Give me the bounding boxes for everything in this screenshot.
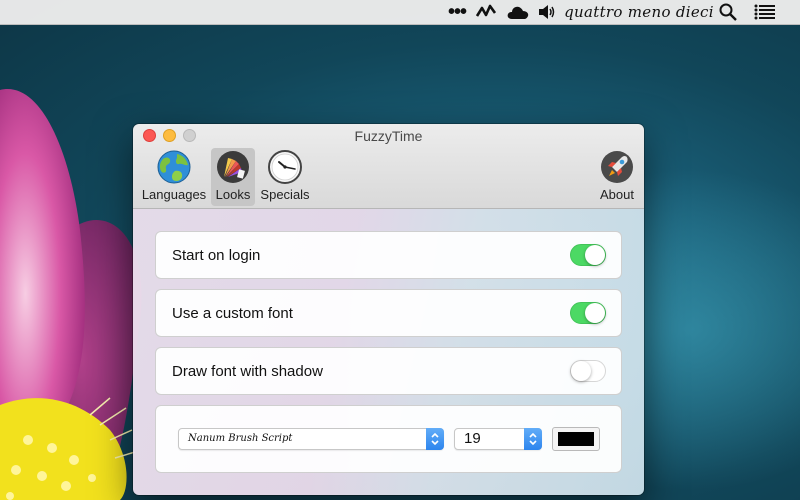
activity-icon[interactable] <box>474 0 498 24</box>
font-picker-row: Nanum Brush Script 19 <box>155 405 622 473</box>
tab-specials-label: Specials <box>260 187 310 202</box>
tab-languages-label: Languages <box>141 187 207 202</box>
preferences-window: FuzzyTime Languages Looks Specials About… <box>133 124 644 495</box>
window-title: FuzzyTime <box>354 128 423 144</box>
toggle-knob <box>571 361 591 381</box>
volume-icon[interactable] <box>536 0 558 24</box>
font-shadow-toggle[interactable] <box>570 360 606 382</box>
cloud-icon[interactable] <box>504 0 532 24</box>
font-name-select[interactable]: Nanum Brush Script <box>178 428 444 450</box>
spotlight-search-icon[interactable] <box>716 0 740 24</box>
settings-panel: Start on login Use a custom font Draw fo… <box>133 209 644 495</box>
start-on-login-row: Start on login <box>155 231 622 279</box>
tab-looks[interactable]: Looks <box>211 148 255 206</box>
start-on-login-toggle[interactable] <box>570 244 606 266</box>
clock-icon <box>268 150 302 184</box>
font-color-swatch <box>558 432 594 446</box>
start-on-login-label: Start on login <box>172 246 261 264</box>
font-shadow-label: Draw font with shadow <box>172 362 323 380</box>
globe-icon <box>157 150 191 184</box>
font-color-well[interactable] <box>552 427 600 451</box>
tab-about-label: About <box>600 187 634 202</box>
rocket-icon <box>601 151 633 183</box>
font-size-value: 19 <box>464 430 481 447</box>
custom-font-label: Use a custom font <box>172 304 293 322</box>
select-arrows-icon <box>524 428 542 450</box>
more-dots-icon[interactable]: ••• <box>444 0 470 24</box>
toggle-knob <box>585 245 605 265</box>
font-size-select[interactable]: 19 <box>454 428 542 450</box>
tab-about[interactable]: About <box>589 148 644 206</box>
notification-center-icon[interactable] <box>752 0 778 24</box>
tab-looks-label: Looks <box>215 187 251 202</box>
custom-font-toggle[interactable] <box>570 302 606 324</box>
font-shadow-row: Draw font with shadow <box>155 347 622 395</box>
select-arrows-icon <box>426 428 444 450</box>
tab-languages[interactable]: Languages <box>139 148 209 206</box>
font-name-value: Nanum Brush Script <box>188 433 293 444</box>
menubar-clock-text[interactable]: quattro meno dieci <box>564 0 714 24</box>
window-toolbar: FuzzyTime Languages Looks Specials About <box>133 124 644 209</box>
custom-font-row: Use a custom font <box>155 289 622 337</box>
menu-bar: ••• quattro meno dieci <box>0 0 800 25</box>
toggle-knob <box>585 303 605 323</box>
color-palette-icon <box>217 151 249 183</box>
tab-specials[interactable]: Specials <box>257 148 313 206</box>
